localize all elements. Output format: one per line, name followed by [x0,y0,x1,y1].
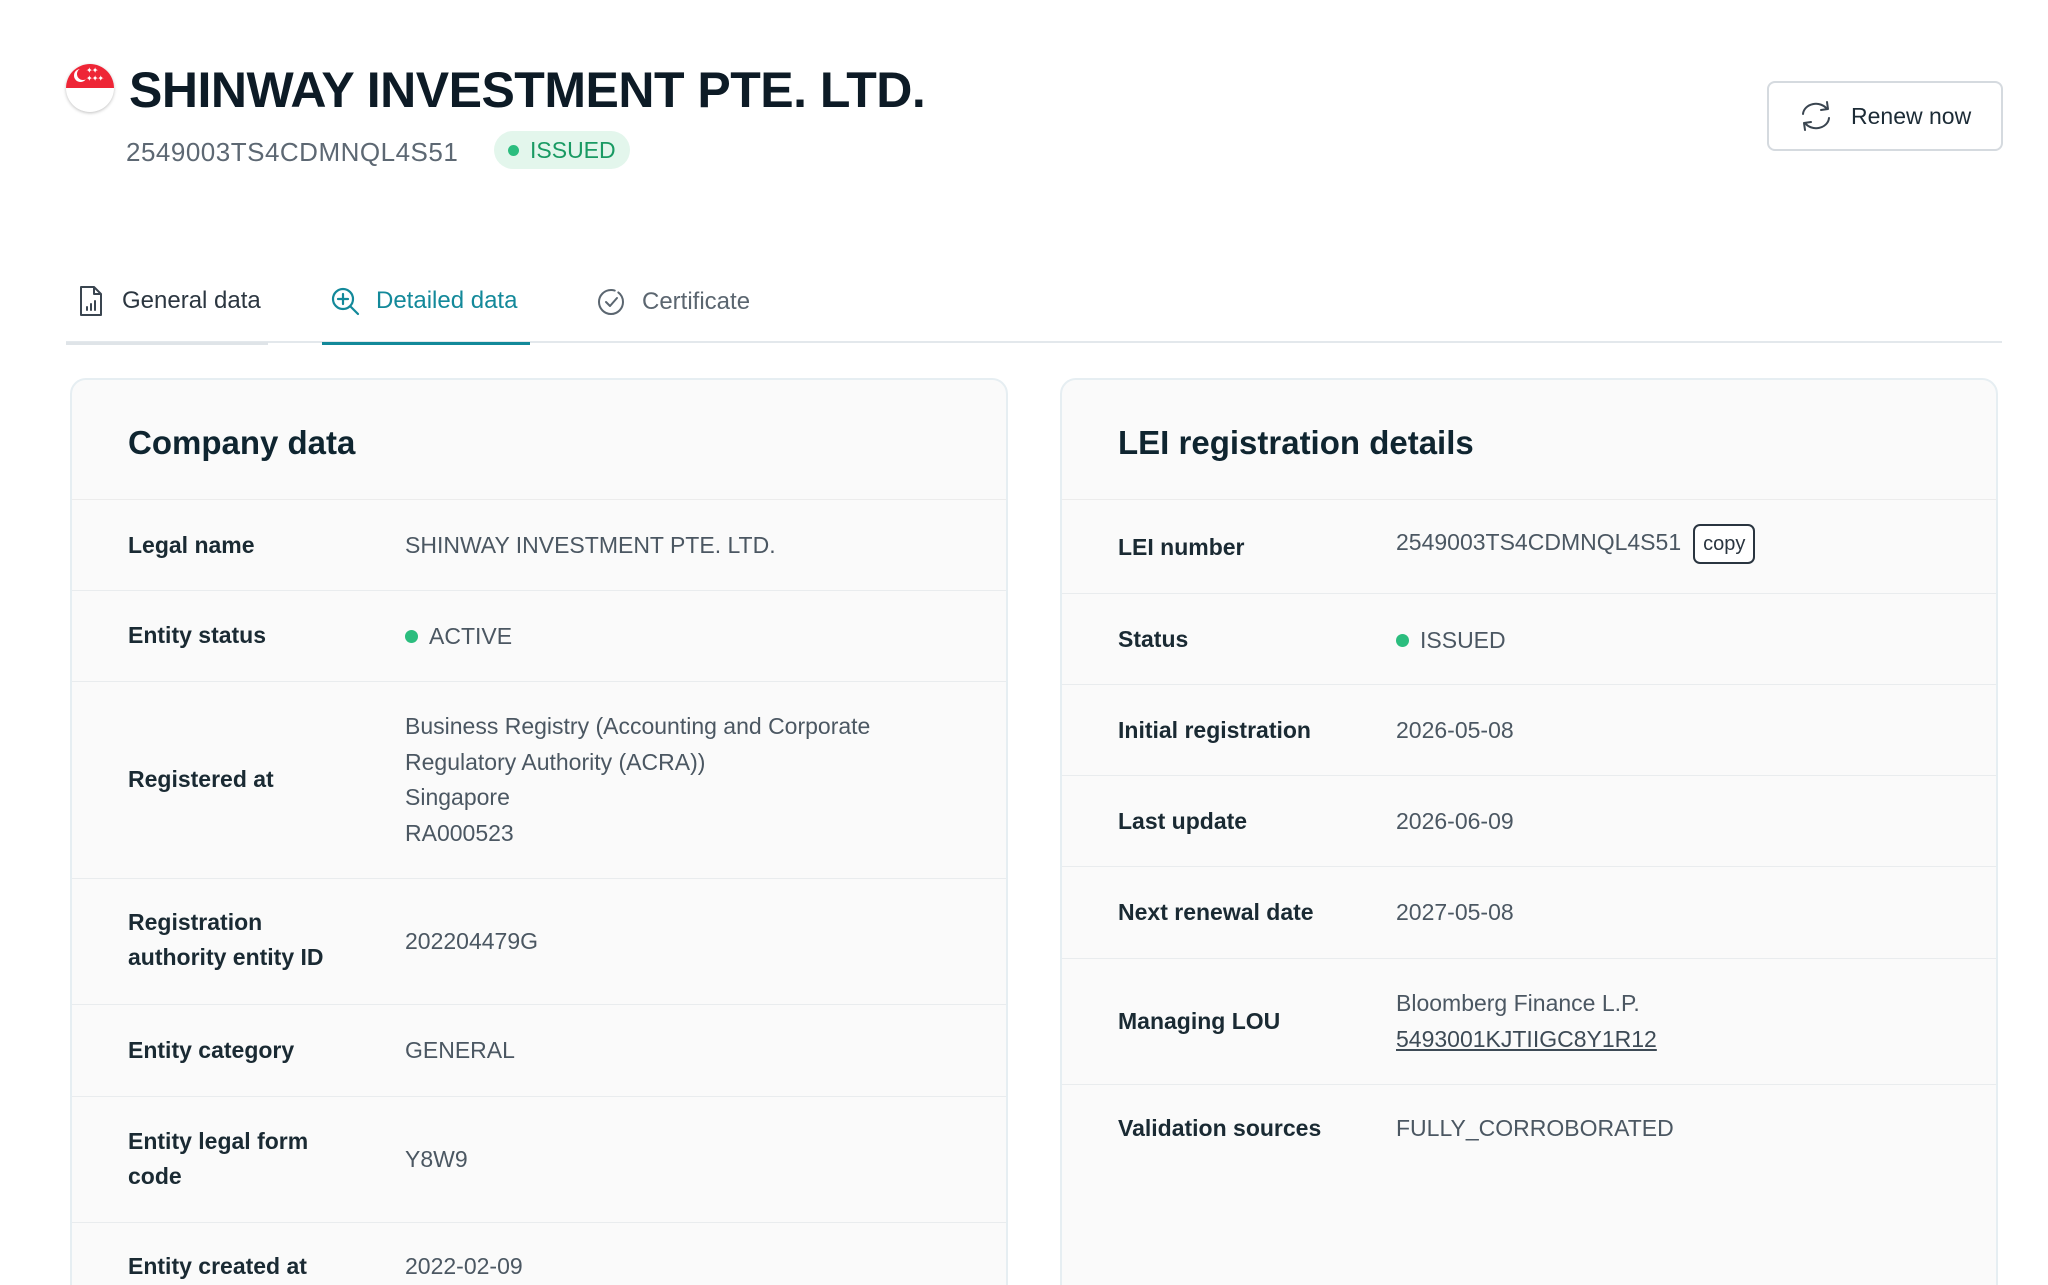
lei-details-header: LEI registration details [1062,380,1996,500]
singapore-flag-icon: ✦✦ ✦✦✦ [66,64,114,112]
managing-lou-name: Bloomberg Finance L.P. [1396,990,1640,1016]
legal-name-label: Legal name [128,532,255,558]
lei-number-label: LEI number [1118,534,1245,560]
tab-certificate[interactable]: Certificate [590,260,790,343]
last-update-value: 2026-06-09 [1396,808,1514,834]
company-data-title: Company data [128,424,356,461]
initial-registration-value: 2026-05-08 [1396,717,1514,743]
entity-created-label: Entity created at [128,1253,307,1279]
legal-form-row: Entity legal form code Y8W9 [72,1097,1006,1223]
entity-status-label: Entity status [128,622,267,648]
company-data-card: Company data Legal name SHINWAY INVESTME… [70,378,1008,1285]
zoom-in-icon [331,287,360,316]
lei-number-text: 2549003TS4CDMNQL4S51 [1396,529,1682,556]
next-renewal-value: 2027-05-08 [1396,899,1514,925]
registered-at-line: Singapore [405,784,510,810]
initial-registration-row: Initial registration 2026-05-08 [1062,685,1996,776]
tab-general-label: General data [122,287,261,314]
lei-details-title: LEI registration details [1118,424,1474,461]
managing-lou-row: Managing LOU Bloomberg Finance L.P. 5493… [1062,959,1996,1085]
entity-created-row: Entity created at 2022-02-09 [72,1223,1006,1285]
registration-authority-label: Registration authority entity ID [128,905,324,975]
tab-detailed-label: Detailed data [376,287,518,314]
last-update-label: Last update [1118,808,1248,834]
entity-status-row: Entity status ACTIVE [72,591,1006,682]
legal-name-value: SHINWAY INVESTMENT PTE. LTD. [405,532,776,558]
entity-category-row: Entity category GENERAL [72,1005,1006,1097]
refresh-icon [1802,101,1830,131]
entity-status-value: ACTIVE [405,619,512,655]
lei-status-row: Status ISSUED [1062,594,1996,685]
renew-now-button[interactable]: Renew now [1767,81,2003,151]
registered-at-row: Registered at Business Registry (Account… [72,682,1006,879]
validation-sources-label: Validation sources [1118,1115,1322,1141]
lei-details-card: LEI registration details LEI number 2549… [1060,378,1998,1285]
copy-button[interactable]: copy [1693,524,1756,564]
page-header: ✦✦ ✦✦✦ SHINWAY INVESTMENT PTE. LTD. 25490… [66,58,2002,178]
legal-form-label: Entity legal form code [128,1124,308,1194]
managing-lou-value: Bloomberg Finance L.P. 5493001KJTIIGC8Y1… [1396,986,1657,1057]
next-renewal-row: Next renewal date 2027-05-08 [1062,867,1996,959]
page-title: SHINWAY INVESTMENT PTE. LTD. [129,62,926,118]
label-line: code [128,1163,182,1189]
label-line: Entity legal form [128,1128,309,1154]
check-circle-icon [598,288,624,315]
registration-authority-value: 202204479G [405,928,539,954]
managing-lou-link[interactable]: 5493001KJTIIGC8Y1R12 [1396,1022,1657,1058]
validation-sources-value: FULLY_CORROBORATED [1396,1115,1674,1141]
registered-at-line: RA000523 [405,819,514,846]
last-update-row: Last update 2026-06-09 [1062,776,1996,867]
tab-certificate-label: Certificate [642,287,751,315]
label-line: Registration [128,909,263,935]
legal-form-value: Y8W9 [405,1146,468,1172]
lei-number-row: LEI number 2549003TS4CDMNQL4S51 copy [1062,500,1996,594]
lei-code: 2549003TS4CDMNQL4S51 [126,137,459,167]
company-data-header: Company data [72,380,1006,500]
next-renewal-label: Next renewal date [1118,899,1314,925]
registered-at-label: Registered at [128,766,274,792]
label-line: authority entity ID [128,944,324,970]
registration-authority-row: Registration authority entity ID 2022044… [72,879,1006,1005]
lei-status-label: Status [1118,626,1189,652]
lei-number-value: 2549003TS4CDMNQL4S51 copy [1396,524,1756,564]
registered-at-value: Business Registry (Accounting and Corpor… [405,709,870,851]
initial-registration-label: Initial registration [1118,717,1311,743]
tab-bar: General data Detailed data Certificate [66,260,2002,345]
renew-now-label: Renew now [1851,102,1972,129]
lei-status-value: ISSUED [1396,623,1506,659]
document-chart-icon [80,286,102,316]
validation-sources-row: Validation sources FULLY_CORROBORATED [1062,1085,1996,1177]
entity-created-value: 2022-02-09 [405,1253,523,1279]
entity-category-label: Entity category [128,1037,295,1063]
registered-at-line: Business Registry (Accounting and Corpor… [405,713,871,739]
status-badge: ISSUED [494,131,630,169]
legal-name-row: Legal name SHINWAY INVESTMENT PTE. LTD. [72,500,1006,591]
registered-at-line: Regulatory Authority (ACRA)) [405,748,706,775]
entity-category-value: GENERAL [405,1037,515,1063]
managing-lou-label: Managing LOU [1118,1008,1281,1034]
tab-detailed-data[interactable]: Detailed data [322,260,530,345]
tab-general-data[interactable]: General data [66,260,268,345]
